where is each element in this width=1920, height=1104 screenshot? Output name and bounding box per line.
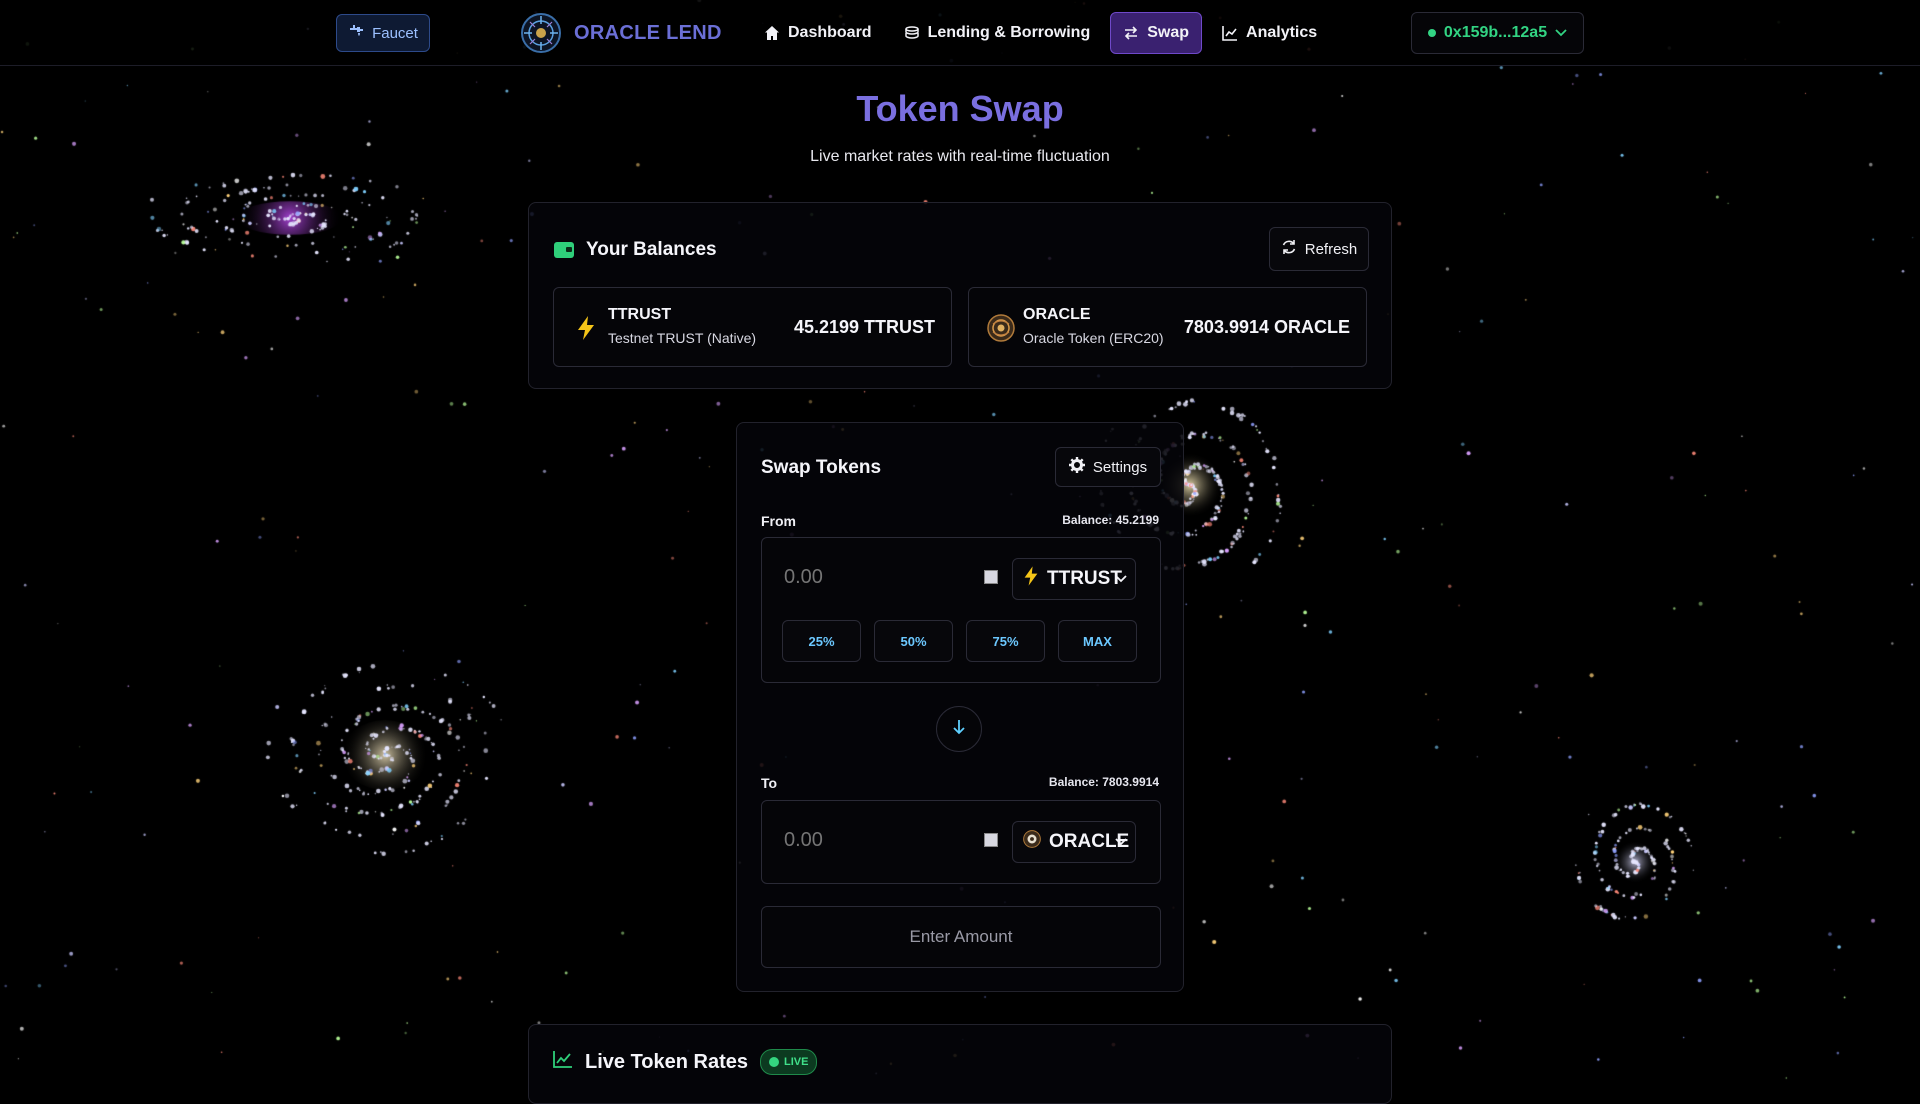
to-balance: Balance: 7803.9914 [1048,775,1159,789]
to-amount-input[interactable] [782,823,966,857]
swap-card: Swap Tokens Settings From Balance: 45.21… [736,422,1184,992]
nav-item-label: Analytics [1246,24,1318,41]
balances-card: Your Balances Refresh TTRUST Testnet TRU… [528,202,1392,389]
to-field: ORACLE [761,800,1161,884]
to-label: To [761,775,778,791]
percent-buttons: 25% 50% 75% MAX [782,620,1137,662]
balances-title: Your Balances [586,239,717,260]
home-icon [765,26,779,40]
nav-item-label: Dashboard [788,24,872,41]
swap-title: Swap Tokens [761,457,882,478]
top-navbar: Faucet ORACLE LEND Dashboard Lending & B… [0,0,1920,66]
from-field: TTRUST 25% 50% 75% MAX [761,537,1161,683]
faucet-icon [348,24,364,42]
wallet-address: 0x159b...12a5 [1443,24,1548,41]
percent-25-button[interactable]: 25% [782,620,861,662]
balances-header: Your Balances [554,239,717,261]
settings-button[interactable]: Settings [1055,447,1161,487]
live-badge: LIVE [760,1049,818,1075]
lightning-icon [572,314,600,342]
live-rates-card: Live Token Rates LIVE [528,1024,1392,1104]
main-nav: Dashboard Lending & Borrowing Swap Analy… [752,12,1329,54]
token-name: Oracle Token (ERC20) [1023,330,1164,346]
from-amount-input[interactable] [782,560,966,594]
page-subtitle: Live market rates with real-time fluctua… [810,148,1110,165]
oracle-lend-logo-icon [521,13,561,53]
from-label: From [761,513,796,529]
nav-item-lending-borrowing[interactable]: Lending & Borrowing [892,12,1103,54]
swap-submit-button[interactable]: Enter Amount [761,906,1161,968]
refresh-button[interactable]: Refresh [1269,227,1369,271]
live-rates-header: Live Token Rates LIVE [553,1049,818,1075]
token-balance: 45.2199 TTRUST [793,317,935,337]
token-balance: 7803.9914 ORACLE [1183,317,1350,337]
live-rates-title: Live Token Rates [585,1050,749,1073]
arrow-down-icon [952,719,966,740]
swap-icon [1125,26,1138,40]
max-button[interactable]: MAX [1058,620,1137,662]
from-token-symbol: TTRUST [1047,568,1122,589]
oracle-token-icon [987,314,1015,342]
live-badge-label: LIVE [784,1056,809,1068]
faucet-button[interactable]: Faucet [336,14,430,52]
token-symbol: ORACLE [1023,306,1091,323]
refresh-label: Refresh [1304,240,1358,258]
trend-chart-icon [553,1050,573,1074]
live-dot [769,1057,780,1067]
balance-item-ttrust: TTRUST Testnet TRUST (Native) 45.2199 TT… [553,287,952,367]
gear-icon [1068,457,1085,477]
chevron-down-icon [1555,24,1567,42]
coins-icon [904,26,919,39]
lightning-icon [1023,566,1039,592]
token-symbol: TTRUST [608,306,672,323]
wallet-icon [554,242,574,258]
flip-direction-button[interactable] [936,706,982,752]
settings-label: Settings [1092,458,1148,476]
brand-name: ORACLE LEND [574,21,722,44]
nav-item-label: Swap [1147,24,1190,41]
token-name: Testnet TRUST (Native) [608,330,757,346]
image-placeholder-icon [984,570,998,584]
chevron-down-icon [1115,835,1127,849]
image-placeholder-icon [984,833,998,847]
faucet-label: Faucet [372,24,418,42]
nav-item-label: Lending & Borrowing [927,24,1091,41]
brand[interactable]: ORACLE LEND [520,12,722,54]
percent-75-button[interactable]: 75% [966,620,1045,662]
chart-icon [1222,26,1238,41]
oracle-token-icon [1023,830,1041,854]
nav-item-dashboard[interactable]: Dashboard [752,12,884,54]
connected-status-dot [1427,29,1436,37]
refresh-icon [1281,239,1297,259]
nav-item-analytics[interactable]: Analytics [1210,12,1329,54]
page-title: Token Swap [856,88,1064,129]
chevron-down-icon [1115,572,1127,586]
percent-50-button[interactable]: 50% [874,620,953,662]
to-token-select[interactable]: ORACLE [1012,821,1136,863]
from-token-select[interactable]: TTRUST [1012,558,1136,600]
wallet-button[interactable]: 0x159b...12a5 [1411,12,1584,54]
nav-item-swap[interactable]: Swap [1110,12,1203,54]
balance-item-oracle: ORACLE Oracle Token (ERC20) 7803.9914 OR… [968,287,1367,367]
from-balance: Balance: 45.2199 [1062,513,1159,527]
